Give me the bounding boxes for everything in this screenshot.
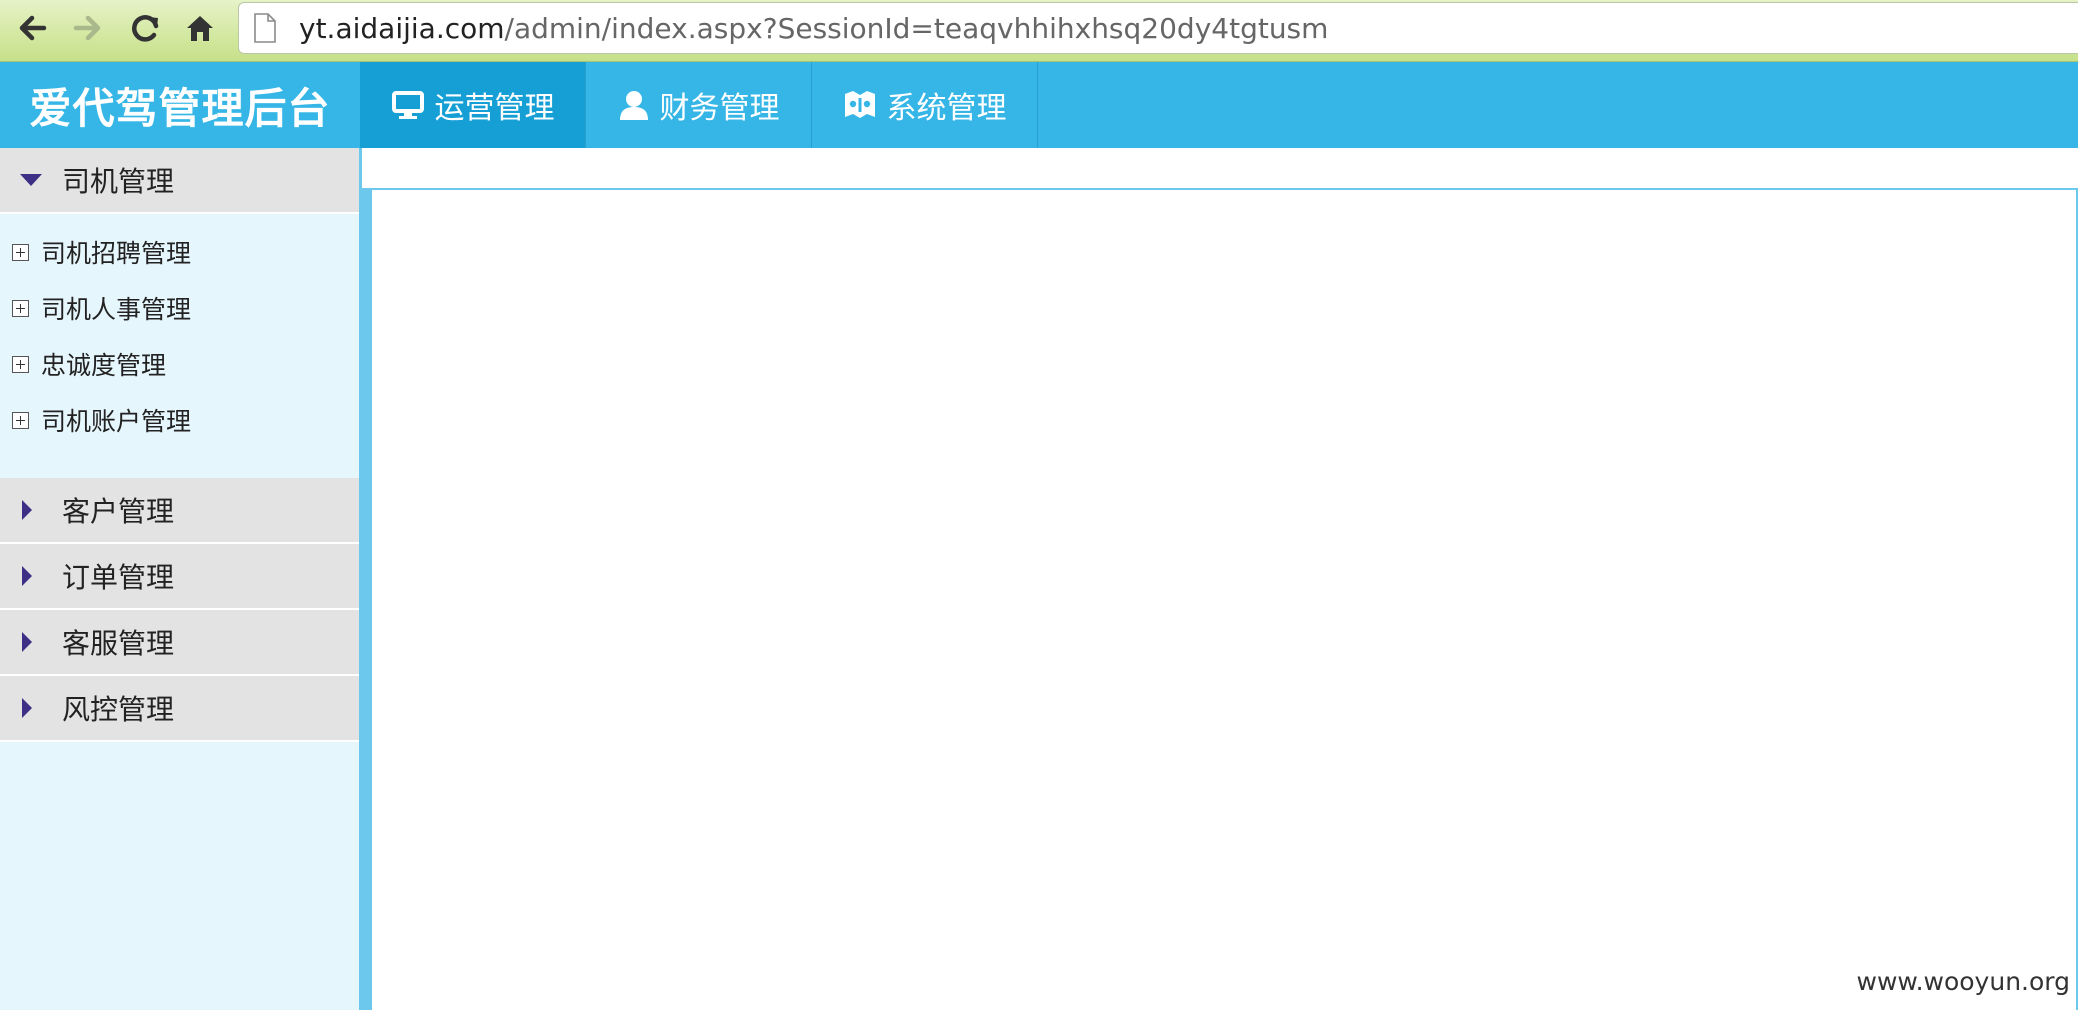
- tab-system[interactable]: 系统管理: [812, 62, 1038, 148]
- brand-title: 爱代驾管理后台: [29, 83, 331, 133]
- content-frame: [362, 188, 2078, 1010]
- caret-down-icon: [20, 174, 42, 186]
- reload-button[interactable]: [124, 6, 168, 50]
- user-icon: [619, 91, 648, 120]
- expand-plus-icon: [12, 299, 29, 317]
- caret-right-icon: [22, 632, 32, 652]
- sidebar-group-service[interactable]: 客服管理: [0, 610, 359, 676]
- sidebar-item-driver-account[interactable]: 司机账户管理: [0, 392, 359, 448]
- sidebar-group-label: 司机管理: [62, 165, 175, 198]
- sidebar-group-driver[interactable]: 司机管理: [0, 148, 359, 214]
- watermark: www.wooyun.org: [1856, 967, 2070, 996]
- sidebar-item-driver-recruitment[interactable]: 司机招聘管理: [0, 224, 359, 280]
- caret-right-icon: [22, 698, 32, 718]
- address-bar[interactable]: yt.aidaijia.com/admin/index.aspx?Session…: [238, 2, 2078, 54]
- sidebar-group-label: 客户管理: [62, 495, 175, 528]
- caret-right-icon: [22, 566, 32, 586]
- arrow-right-icon: [73, 15, 101, 41]
- browser-toolbar: yt.aidaijia.com/admin/index.aspx?Session…: [0, 0, 2078, 62]
- monitor-icon: [391, 91, 424, 119]
- forward-button[interactable]: [66, 6, 110, 50]
- sidebar: 司机管理 司机招聘管理 司机人事管理 忠诚度管理 司机账户管理 客户管理 订单管…: [0, 148, 359, 1010]
- tab-operations[interactable]: 运营管理: [360, 62, 586, 148]
- back-button[interactable]: [10, 6, 54, 50]
- expand-plus-icon: [12, 355, 29, 373]
- tab-label: 运营管理: [434, 91, 555, 126]
- arrow-left-icon: [19, 15, 47, 41]
- app-header: 爱代驾管理后台 运营管理 财务管理 系统管理: [0, 62, 2078, 148]
- home-icon: [187, 16, 213, 41]
- page-icon: [254, 13, 276, 43]
- home-button[interactable]: [178, 6, 222, 50]
- sidebar-item-label: 忠诚度管理: [41, 351, 167, 380]
- sidebar-item-label: 司机招聘管理: [41, 239, 192, 268]
- sidebar-group-label: 客服管理: [62, 627, 175, 660]
- sidebar-item-label: 司机账户管理: [41, 407, 192, 436]
- sidebar-item-loyalty[interactable]: 忠诚度管理: [0, 336, 359, 392]
- sidebar-group-order[interactable]: 订单管理: [0, 544, 359, 610]
- tab-finance[interactable]: 财务管理: [586, 62, 812, 148]
- sidebar-group-risk[interactable]: 风控管理: [0, 676, 359, 742]
- sidebar-group-label: 风控管理: [62, 693, 175, 726]
- system-icon: [844, 91, 875, 118]
- reload-icon: [132, 15, 159, 42]
- sidebar-group-customer[interactable]: 客户管理: [0, 478, 359, 544]
- url-path: /admin/index.aspx?SessionId=teaqvhhihxhs…: [504, 11, 1329, 45]
- expand-plus-icon: [12, 243, 29, 261]
- tab-label: 财务管理: [659, 91, 780, 126]
- caret-right-icon: [22, 500, 32, 520]
- expand-plus-icon: [12, 411, 29, 429]
- tab-label: 系统管理: [886, 91, 1007, 126]
- url-host: yt.aidaijia.com: [299, 11, 505, 45]
- sidebar-item-label: 司机人事管理: [41, 295, 192, 324]
- sidebar-item-driver-personnel[interactable]: 司机人事管理: [0, 280, 359, 336]
- sidebar-group-label: 订单管理: [62, 561, 175, 594]
- driver-submenu: 司机招聘管理 司机人事管理 忠诚度管理 司机账户管理: [0, 214, 359, 478]
